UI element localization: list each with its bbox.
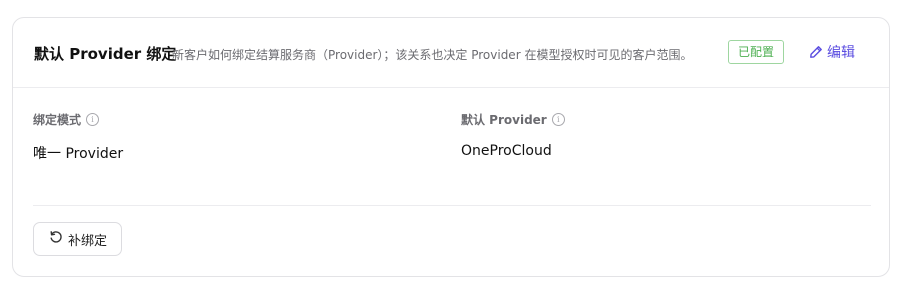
divider — [33, 205, 871, 206]
info-icon[interactable]: i — [86, 113, 100, 126]
card-header: 默认 Provider 绑定 新客户如何绑定结算服务商（Provider）；该关… — [13, 18, 889, 88]
edit-button[interactable]: 编辑 — [809, 42, 855, 62]
info-icon[interactable]: i — [551, 113, 565, 126]
edit-label: 编辑 — [827, 45, 855, 61]
binding-mode-label: 绑定模式 i — [33, 111, 100, 128]
refresh-icon — [49, 230, 63, 248]
rebind-label: 补绑定 — [68, 233, 108, 249]
default-provider-value: OneProCloud — [461, 143, 552, 159]
default-provider-label-text: 默认 Provider — [461, 113, 547, 127]
default-provider-label: 默认 Provider i — [461, 111, 565, 128]
status-badge: 已配置 — [728, 40, 785, 64]
pencil-icon — [809, 45, 823, 59]
card-description: 新客户如何绑定结算服务商（Provider）；该关系也决定 Provider 在… — [172, 48, 693, 62]
card-title: 默认 Provider 绑定 — [34, 45, 177, 63]
binding-mode-value: 唯一 Provider — [33, 146, 124, 162]
rebind-button[interactable]: 补绑定 — [33, 222, 123, 256]
default-provider-binding-card: 默认 Provider 绑定 新客户如何绑定结算服务商（Provider）；该关… — [12, 17, 890, 277]
binding-mode-label-text: 绑定模式 — [33, 113, 82, 127]
